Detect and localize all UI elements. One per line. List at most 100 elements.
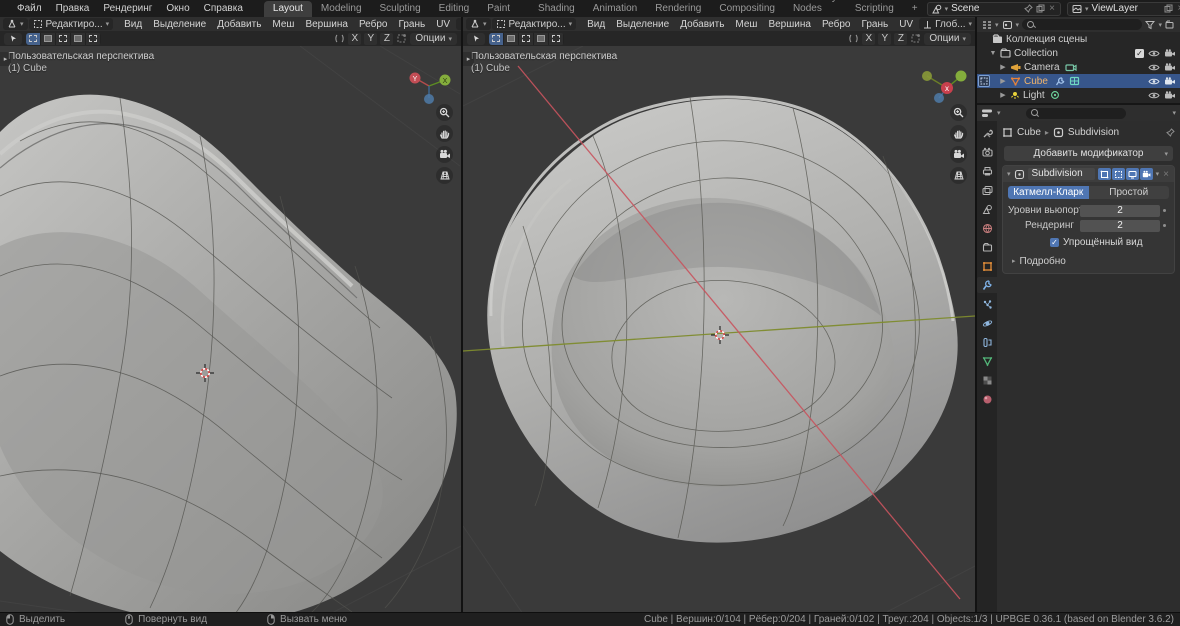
active-tool-button[interactable]: [4, 33, 22, 45]
breadcrumb-modifier[interactable]: Subdivision: [1068, 127, 1119, 138]
display-realtime-toggle[interactable]: [1126, 168, 1139, 180]
render-camera-icon[interactable]: [1164, 63, 1176, 72]
select-new-button[interactable]: [489, 33, 504, 45]
camera-view-button[interactable]: [950, 146, 967, 163]
select-intersect-button[interactable]: [86, 33, 101, 45]
eye-icon[interactable]: [1148, 49, 1160, 58]
mirror-y-toggle[interactable]: Y: [364, 33, 377, 45]
menu-vertex[interactable]: Вершина: [300, 19, 353, 30]
copy-icon[interactable]: [1164, 4, 1173, 13]
mirror-z-toggle[interactable]: Z: [380, 33, 393, 45]
correct-face-attributes-icon[interactable]: [396, 33, 407, 44]
select-extend-button[interactable]: [41, 33, 56, 45]
modifier-panel-header[interactable]: ▾ Subdivision ▾ ×: [1003, 166, 1174, 182]
mode-selector[interactable]: Редактиро... ▾: [492, 18, 577, 30]
tab-compositing[interactable]: Compositing: [710, 1, 784, 17]
menu-file[interactable]: Файл: [10, 2, 49, 15]
breadcrumb-object[interactable]: Cube: [1017, 127, 1041, 138]
menu-window[interactable]: Окно: [159, 2, 196, 15]
editor-type-button[interactable]: ▾: [3, 18, 28, 30]
menu-select[interactable]: Выделение: [148, 19, 211, 30]
transform-orientation-dropdown[interactable]: Глоб... ▾: [919, 18, 975, 30]
eye-icon[interactable]: [1148, 91, 1160, 100]
tab-texture-paint[interactable]: Texture Paint: [478, 0, 529, 17]
modifier-name-field[interactable]: Subdivision: [1028, 168, 1095, 180]
transform-orientation-dropdown[interactable]: Глоб... ▾: [456, 18, 461, 30]
mirror-y-toggle[interactable]: Y: [878, 33, 891, 45]
menu-render[interactable]: Рендеринг: [96, 2, 159, 15]
unlink-scene-icon[interactable]: ×: [1048, 3, 1056, 14]
render-camera-icon[interactable]: [1164, 91, 1176, 100]
viewport-left-canvas[interactable]: Пользовательская перспектива (1) Cube ▸ …: [0, 46, 461, 612]
outliner-editor-icon[interactable]: [981, 20, 992, 30]
tab-material[interactable]: [977, 391, 997, 407]
orthographic-toggle-button[interactable]: [950, 167, 967, 184]
active-tool-button[interactable]: [467, 33, 485, 45]
tab-animation[interactable]: Animation: [584, 1, 646, 17]
pan-button[interactable]: [950, 125, 967, 142]
expand-icon[interactable]: ▼: [989, 50, 997, 57]
options-dropdown[interactable]: Опции ▾: [410, 33, 457, 45]
chevron-down-icon[interactable]: ▾: [1158, 21, 1162, 29]
tab-constraints[interactable]: [977, 334, 997, 350]
render-camera-icon[interactable]: [1164, 49, 1176, 58]
menu-add[interactable]: Добавить: [675, 19, 729, 30]
tab-scripting[interactable]: Scripting: [846, 1, 903, 17]
pin-icon[interactable]: [1166, 128, 1175, 137]
menu-edit[interactable]: Правка: [49, 2, 97, 15]
tab-object[interactable]: [977, 258, 997, 274]
tab-sculpting[interactable]: Sculpting: [371, 1, 430, 17]
correct-face-attributes-icon[interactable]: [910, 33, 921, 44]
chevron-down-icon[interactable]: ▾: [1016, 21, 1020, 29]
viewport-right-canvas[interactable]: Пользовательская перспектива (1) Cube ▸ …: [463, 46, 975, 612]
copy-icon[interactable]: [1036, 4, 1045, 13]
add-workspace-button[interactable]: +: [903, 1, 927, 17]
tab-physics[interactable]: [977, 315, 997, 331]
chevron-down-icon[interactable]: ▾: [997, 109, 1001, 117]
menu-uv[interactable]: UV: [894, 19, 918, 30]
tab-particles[interactable]: [977, 296, 997, 312]
select-new-button[interactable]: [26, 33, 41, 45]
orthographic-toggle-button[interactable]: [436, 167, 453, 184]
mode-selector[interactable]: Редактиро... ▾: [29, 18, 114, 30]
mirror-z-toggle[interactable]: Z: [894, 33, 907, 45]
tab-rendering[interactable]: Rendering: [646, 1, 710, 17]
menu-edge[interactable]: Ребро: [817, 19, 856, 30]
expand-icon[interactable]: ▶: [999, 63, 1007, 71]
select-invert-button[interactable]: [534, 33, 549, 45]
menu-select[interactable]: Выделение: [611, 19, 674, 30]
navigation-gizmo[interactable]: x: [917, 66, 969, 106]
scene-selector[interactable]: ▾ Scene ×: [927, 2, 1061, 16]
advanced-section-toggle[interactable]: ▸ Подробно: [1012, 254, 1169, 268]
tab-world[interactable]: [977, 220, 997, 236]
menu-face[interactable]: Грань: [393, 19, 430, 30]
toolbar-expand-arrow[interactable]: ▸: [0, 52, 11, 66]
camera-view-button[interactable]: [436, 146, 453, 163]
pan-button[interactable]: [436, 125, 453, 142]
zoom-button[interactable]: [950, 104, 967, 121]
tab-output[interactable]: [977, 163, 997, 179]
tab-geometry-nodes[interactable]: Geometry Nodes: [784, 0, 846, 17]
display-edit-mode-toggle[interactable]: [1112, 168, 1125, 180]
navigation-gizmo[interactable]: Y X: [403, 66, 455, 106]
outliner-search-input[interactable]: [1022, 19, 1142, 30]
toolbar-expand-arrow[interactable]: ▸: [463, 52, 474, 66]
mirror-x-toggle[interactable]: X: [862, 33, 875, 45]
tab-collection[interactable]: [977, 239, 997, 255]
properties-search-input[interactable]: [1026, 108, 1126, 119]
tab-modeling[interactable]: Modeling: [312, 1, 371, 17]
expand-icon[interactable]: ▶: [999, 91, 1007, 99]
modifier-close-icon[interactable]: ×: [1162, 169, 1170, 180]
menu-mesh[interactable]: Меш: [730, 19, 762, 30]
display-on-cage-toggle[interactable]: [1098, 168, 1111, 180]
tab-scene[interactable]: [977, 201, 997, 217]
select-extend-button[interactable]: [504, 33, 519, 45]
outliner-row-collection[interactable]: ▼ Collection ✓: [977, 46, 1180, 60]
eye-icon[interactable]: [1148, 63, 1160, 72]
filter-funnel-icon[interactable]: [1145, 20, 1155, 30]
tab-layout[interactable]: Layout: [264, 1, 312, 17]
menu-edge[interactable]: Ребро: [354, 19, 393, 30]
select-invert-button[interactable]: [71, 33, 86, 45]
mirror-x-toggle[interactable]: X: [348, 33, 361, 45]
render-levels-input[interactable]: 2: [1080, 220, 1160, 232]
